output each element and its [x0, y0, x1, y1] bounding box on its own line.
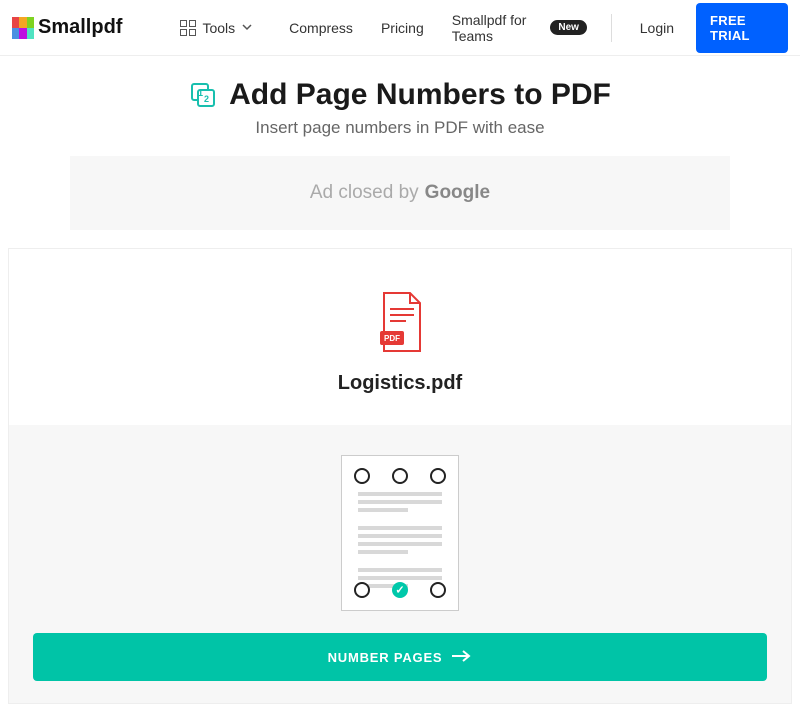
ad-provider: Google [425, 182, 490, 204]
chevron-down-icon [241, 20, 253, 36]
brand-name: Smallpdf [38, 16, 122, 39]
ad-banner: Ad closed by Google [70, 156, 730, 230]
position-bottom-left[interactable] [354, 582, 370, 598]
nav-login[interactable]: Login [636, 20, 678, 36]
hero: 1 2 Add Page Numbers to PDF Insert page … [0, 56, 800, 138]
svg-text:PDF: PDF [384, 334, 400, 343]
nav-compress[interactable]: Compress [271, 20, 371, 36]
nav-teams-label: Smallpdf for Teams [452, 12, 539, 44]
position-top-right[interactable] [430, 468, 446, 484]
svg-text:2: 2 [204, 94, 209, 104]
nav-right: Pricing Smallpdf for Teams New Login FRE… [371, 3, 788, 53]
main-nav: Tools Compress [162, 20, 370, 36]
free-trial-label: FREE TRIAL [710, 13, 750, 43]
nav-teams[interactable]: Smallpdf for Teams New [452, 12, 587, 44]
add-page-numbers-icon: 1 2 [189, 81, 217, 109]
position-top-left[interactable] [354, 468, 370, 484]
page-preview [358, 492, 442, 588]
file-name: Logistics.pdf [9, 372, 791, 395]
nav-login-label: Login [640, 20, 674, 36]
arrow-right-icon [452, 649, 472, 666]
brand-logo[interactable]: Smallpdf [12, 16, 122, 39]
number-pages-label: NUMBER PAGES [328, 650, 443, 665]
badge-new: New [550, 20, 587, 35]
nav-tools[interactable]: Tools [162, 20, 271, 36]
pdf-file-icon: PDF [9, 291, 791, 360]
position-top-center[interactable] [392, 468, 408, 484]
nav-compress-label: Compress [289, 20, 353, 36]
free-trial-button[interactable]: FREE TRIAL [696, 3, 788, 53]
ad-text: Ad closed by [310, 182, 419, 204]
nav-tools-label: Tools [202, 20, 235, 36]
page-subtitle: Insert page numbers in PDF with ease [0, 118, 800, 138]
position-section: NUMBER PAGES [9, 425, 791, 703]
divider [611, 14, 612, 42]
position-picker [341, 455, 459, 611]
apps-icon [180, 20, 196, 36]
position-bottom-center[interactable] [392, 582, 408, 598]
svg-text:1: 1 [198, 88, 203, 98]
position-bottom-right[interactable] [430, 582, 446, 598]
header: Smallpdf Tools Compress Pricing Smallpdf… [0, 0, 800, 56]
tool-panel: PDF Logistics.pdf [8, 248, 792, 704]
logo-icon [12, 17, 34, 39]
file-section: PDF Logistics.pdf [9, 249, 791, 425]
page-title: Add Page Numbers to PDF [229, 78, 611, 112]
nav-pricing-label: Pricing [381, 20, 424, 36]
nav-pricing[interactable]: Pricing [371, 20, 434, 36]
number-pages-button[interactable]: NUMBER PAGES [33, 633, 767, 681]
